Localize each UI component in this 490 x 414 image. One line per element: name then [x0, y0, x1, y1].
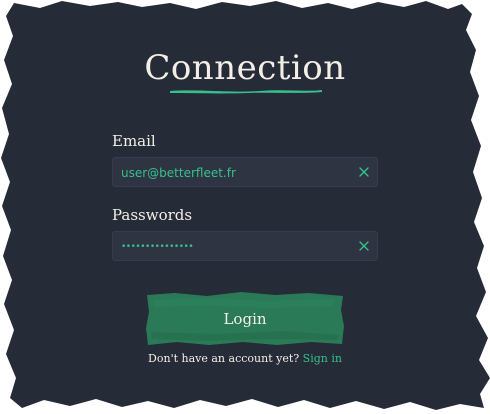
signup-prompt-text: Don't have an account yet?	[148, 352, 300, 365]
login-button-label[interactable]: Login	[145, 292, 345, 346]
login-button[interactable]: Login	[145, 292, 345, 346]
email-value[interactable]: user@betterfleet.fr	[121, 158, 236, 188]
close-icon[interactable]	[359, 167, 369, 177]
email-field[interactable]: user@betterfleet.fr	[112, 157, 378, 187]
sign-in-link[interactable]: Sign in	[303, 352, 342, 365]
title-underline-brushstroke	[170, 90, 322, 94]
password-label: Passwords	[112, 206, 193, 224]
password-field[interactable]: •••••••••••••••	[112, 231, 378, 261]
page-title: Connection	[144, 48, 346, 88]
close-icon[interactable]	[359, 241, 369, 251]
signup-prompt-line: Don't have an account yet? Sign in	[0, 351, 490, 367]
login-form: Connection Email user@betterfleet.fr Pas…	[0, 0, 490, 414]
password-value[interactable]: •••••••••••••••	[121, 232, 194, 262]
email-label: Email	[112, 132, 156, 150]
